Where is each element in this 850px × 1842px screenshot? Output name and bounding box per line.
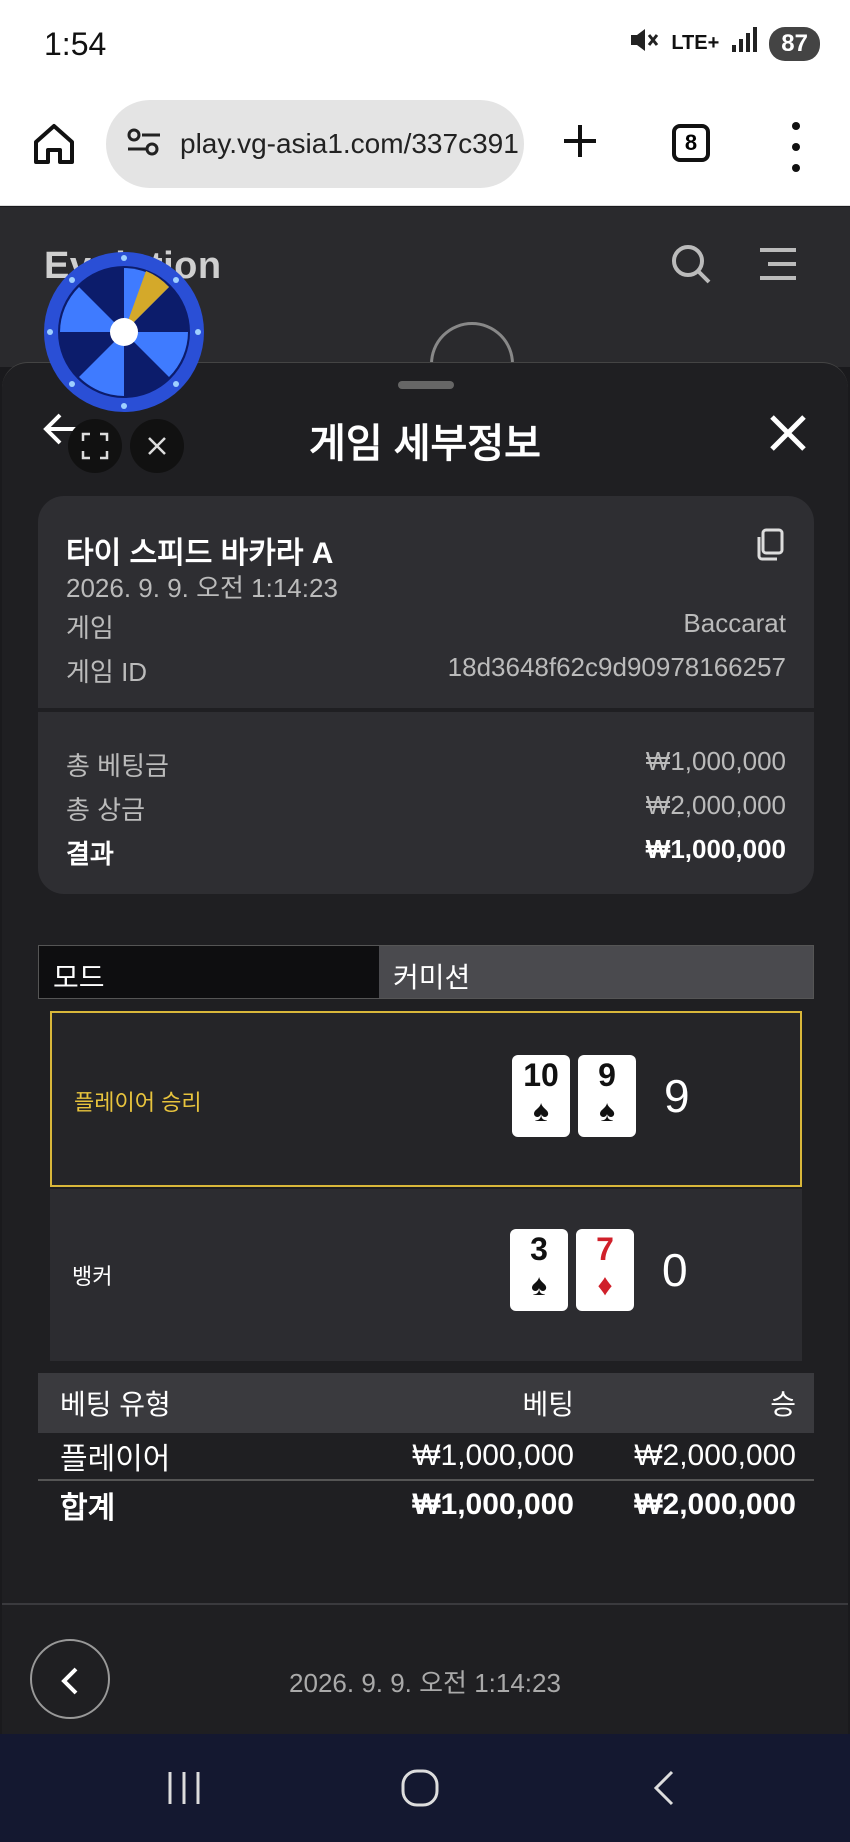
mode-bar: 모드 커미션 — [38, 945, 814, 999]
home-button[interactable] — [30, 120, 78, 168]
playing-card: 10 ♠ — [512, 1055, 570, 1137]
back-chevron-icon — [653, 1770, 674, 1806]
game-label: 게임 — [66, 613, 114, 643]
total-row: 합계 ₩1,000,000 ₩2,000,000 — [38, 1481, 814, 1529]
card-rank: 9 — [598, 1057, 616, 1093]
total-bet-cell: ₩1,000,000 — [412, 1488, 574, 1521]
player-hand: 플레이어 승리 10 ♠ 9 ♠ 9 — [50, 1011, 802, 1187]
header-win: 승 — [770, 1389, 796, 1420]
banker-hand-label: 뱅커 — [72, 1264, 113, 1289]
search-icon[interactable] — [670, 243, 712, 285]
bet-type-cell: 플레이어 — [60, 1443, 171, 1476]
recent-apps-button[interactable] — [164, 1768, 204, 1813]
result-row: 결과 ₩1,000,000 — [66, 834, 786, 871]
playing-card: 9 ♠ — [578, 1055, 636, 1137]
url-text[interactable]: play.vg-asia1.com/337c391 — [180, 128, 519, 160]
banker-hand: 뱅커 3 ♠ 7 ♦ 0 — [50, 1189, 802, 1361]
copy-icon[interactable] — [754, 528, 784, 562]
game-id-value: 18d3648f62c9d90978166257 — [447, 652, 786, 682]
card-rank: 3 — [530, 1231, 548, 1267]
total-bet-label: 총 베팅금 — [66, 751, 169, 781]
mode-value: 커미션 — [379, 946, 813, 998]
playing-card: 3 ♠ — [510, 1229, 568, 1311]
spade-icon: ♠ — [533, 1095, 549, 1128]
game-info-top: 타이 스피드 바카라 A 2026. 9. 9. 오전 1:14:23 게임 B… — [38, 496, 814, 708]
close-sheet-button[interactable] — [766, 411, 810, 455]
status-time: 1:54 — [44, 26, 107, 62]
card-rank: 7 — [596, 1231, 614, 1267]
total-prize-value: ₩2,000,000 — [645, 790, 786, 820]
system-nav-bar — [0, 1734, 850, 1842]
mute-icon — [629, 26, 659, 61]
total-win-cell: ₩2,000,000 — [634, 1488, 796, 1521]
sheet-grabber[interactable] — [398, 381, 454, 389]
total-label: 합계 — [60, 1492, 116, 1525]
total-bet-value: ₩1,000,000 — [645, 746, 786, 776]
total-prize-row: 총 상금 ₩2,000,000 — [66, 790, 786, 827]
game-datetime: 2026. 9. 9. 오전 1:14:23 — [66, 573, 338, 603]
menu-lines-icon[interactable] — [758, 247, 798, 281]
status-bar: 1:54 LTE+ 87 — [0, 0, 850, 84]
browser-toolbar: play.vg-asia1.com/337c391 8 — [0, 84, 850, 206]
playing-card: 7 ♦ — [576, 1229, 634, 1311]
footer-divider — [2, 1603, 848, 1605]
card-divider — [38, 708, 814, 712]
player-hand-label: 플레이어 승리 — [74, 1090, 202, 1115]
game-row: 게임 Baccarat — [66, 608, 786, 645]
spade-icon: ♠ — [599, 1095, 615, 1128]
game-details-sheet: 게임 세부정보 타이 스피드 바카라 A 2026. 9. 9. 오전 1:14… — [2, 362, 848, 1734]
bet-amount-cell: ₩1,000,000 — [412, 1439, 574, 1472]
total-bet-row: 총 베팅금 ₩1,000,000 — [66, 746, 786, 783]
result-label: 결과 — [66, 839, 114, 869]
status-icons: LTE+ 87 — [629, 26, 820, 61]
expand-button[interactable] — [68, 419, 122, 473]
game-id-label: 게임 ID — [66, 657, 148, 687]
site-settings-icon[interactable] — [126, 127, 162, 162]
fortune-wheel-icon[interactable] — [42, 250, 206, 414]
game-name: 타이 스피드 바카라 A — [66, 537, 334, 570]
close-icon — [148, 437, 166, 455]
close-icon — [770, 415, 806, 451]
footer-datetime: 2026. 9. 9. 오전 1:14:23 — [289, 1668, 561, 1698]
sheet-title: 게임 세부정보 — [309, 422, 541, 466]
table-row: 플레이어 ₩1,000,000 ₩2,000,000 — [38, 1433, 814, 1481]
bets-table: 베팅 유형 베팅 승 플레이어 ₩1,000,000 ₩2,000,000 합계… — [38, 1373, 814, 1529]
plus-icon — [564, 125, 596, 157]
game-value: Baccarat — [683, 608, 786, 638]
spade-icon: ♠ — [531, 1269, 547, 1302]
result-value: ₩1,000,000 — [645, 834, 786, 864]
diamond-icon: ♦ — [597, 1269, 613, 1302]
home-icon — [34, 124, 74, 164]
expand-icon — [81, 432, 109, 460]
back-nav-button[interactable] — [644, 1768, 684, 1813]
total-prize-label: 총 상금 — [66, 795, 145, 825]
home-circle-icon — [401, 1769, 439, 1807]
game-info-card: 타이 스피드 바카라 A 2026. 9. 9. 오전 1:14:23 게임 B… — [38, 496, 814, 894]
mode-label: 모드 — [39, 946, 379, 998]
battery-badge: 87 — [769, 26, 820, 61]
url-bar[interactable]: play.vg-asia1.com/337c391 — [106, 100, 524, 188]
header-bet: 베팅 — [522, 1389, 574, 1420]
network-label: LTE+ — [671, 32, 720, 54]
card-rank: 10 — [523, 1057, 559, 1093]
banker-score: 0 — [662, 1244, 688, 1296]
player-score: 9 — [664, 1070, 690, 1122]
home-nav-button[interactable] — [400, 1768, 440, 1813]
bets-table-header: 베팅 유형 베팅 승 — [38, 1373, 814, 1433]
overlay-close-button[interactable] — [130, 419, 184, 473]
header-bet-type: 베팅 유형 — [60, 1389, 171, 1420]
new-tab-button[interactable] — [560, 118, 600, 170]
signal-icon — [731, 27, 758, 60]
game-id-row: 게임 ID 18d3648f62c9d90978166257 — [66, 652, 786, 689]
recents-icon — [168, 1772, 200, 1804]
browser-menu-button[interactable] — [784, 122, 808, 172]
tab-switcher-button[interactable]: 8 — [672, 124, 710, 162]
win-amount-cell: ₩2,000,000 — [634, 1439, 796, 1472]
